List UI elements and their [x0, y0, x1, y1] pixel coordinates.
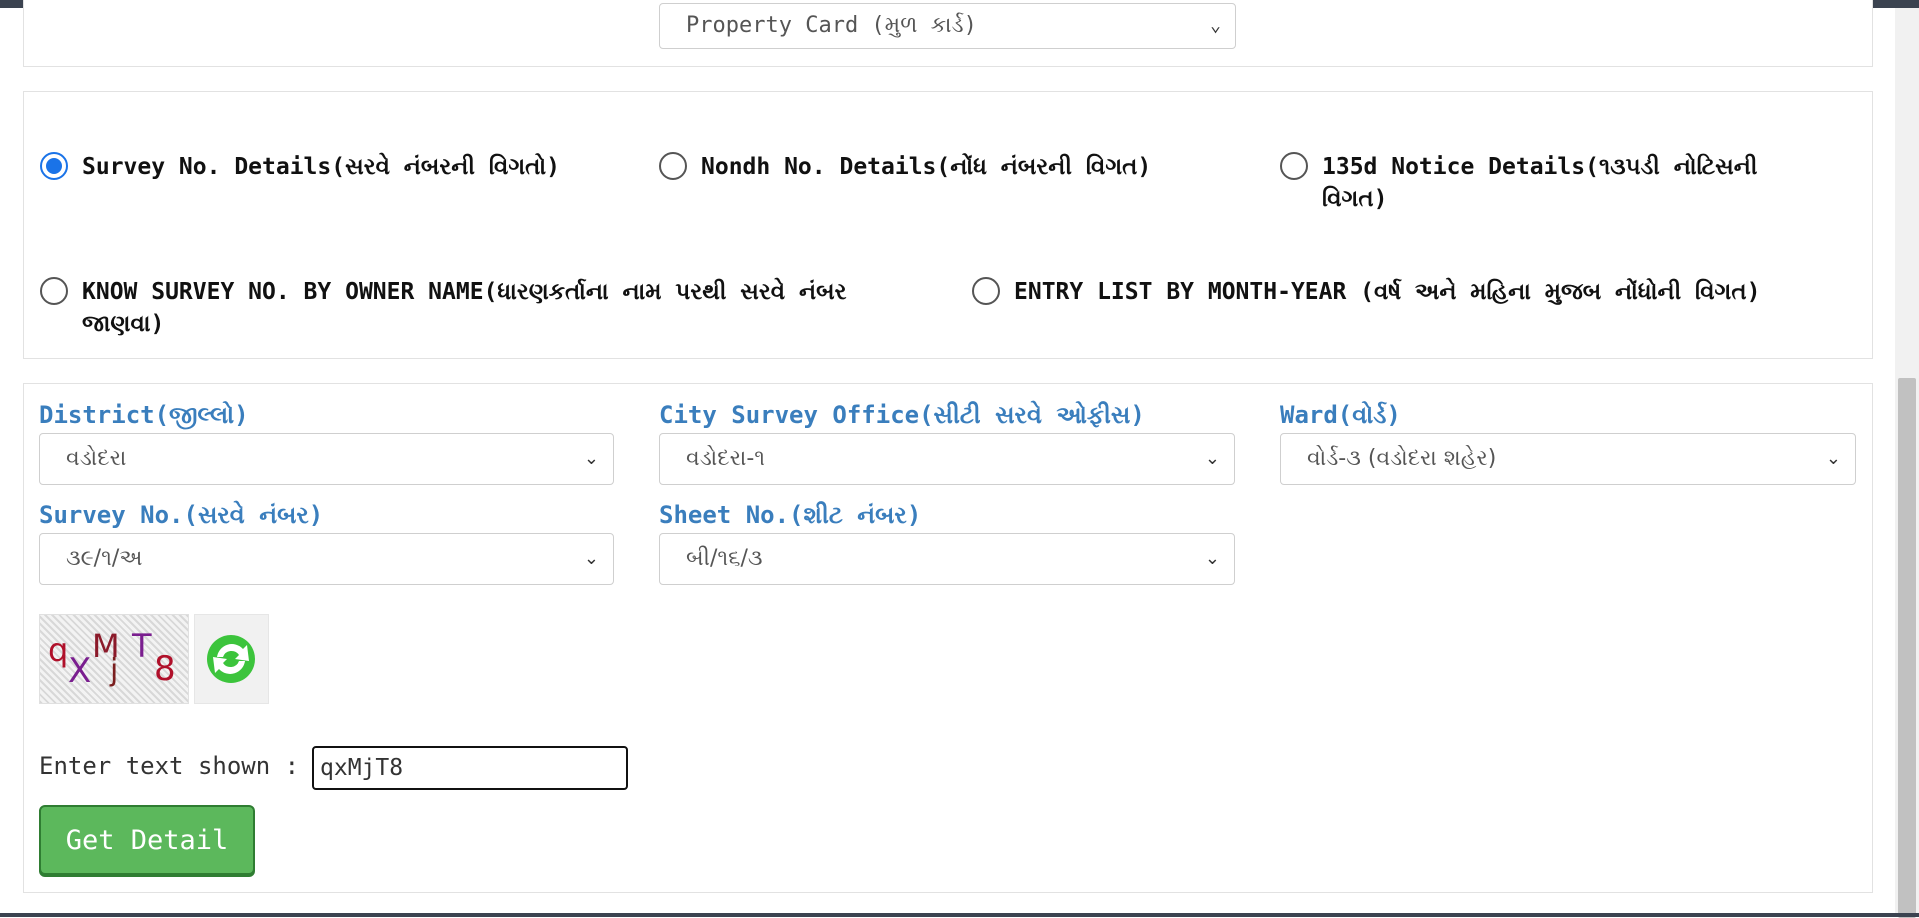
ward-value: વોર્ડ-૩ (વડોદરા શહેર)	[1307, 446, 1497, 471]
report-type-panel: Property Card (મુળ કાર્ડ) ⌄	[23, 0, 1873, 67]
district-value: વડોદરા	[66, 446, 127, 471]
chevron-down-icon: ⌄	[1204, 548, 1220, 569]
captcha-char: j	[110, 653, 119, 688]
district-select[interactable]: વડોદરા ⌄	[39, 433, 614, 485]
city-survey-office-value: વડોદરા-૧	[686, 446, 766, 471]
refresh-icon	[207, 635, 255, 683]
city-survey-office-select[interactable]: વડોદરા-૧ ⌄	[659, 433, 1235, 485]
page-scrollbar[interactable]	[1895, 8, 1919, 918]
captcha-input[interactable]	[312, 746, 628, 790]
report-type-value: Property Card (મુળ કાર્ડ)	[686, 13, 977, 38]
sheet-no-select[interactable]: બી/૧૬/૩ ⌄	[659, 533, 1235, 585]
captcha-image: q X M j T 8	[39, 614, 189, 704]
radio-option-owner-name[interactable]: KNOW SURVEY NO. BY OWNER NAME(ધારણકર્તાન…	[40, 276, 900, 340]
captcha-char: 8	[154, 649, 176, 689]
radio-button[interactable]	[659, 152, 687, 180]
radio-option-135d-notice[interactable]: 135d Notice Details(૧૩૫ડી નોટિસની વિગત)	[1280, 151, 1760, 215]
report-type-select[interactable]: Property Card (મુળ કાર્ડ) ⌄	[659, 3, 1236, 49]
radio-option-survey-no[interactable]: Survey No. Details(સરવે નંબરની વિગતો)	[40, 151, 600, 183]
city-survey-office-label: City Survey Office(સીટી સરવે ઓફીસ)	[659, 401, 1145, 429]
radio-button[interactable]	[40, 152, 68, 180]
district-label: District(જીલ્લો)	[39, 401, 249, 429]
survey-no-select[interactable]: ૩૯/૧/અ ⌄	[39, 533, 614, 585]
sheet-no-value: બી/૧૬/૩	[686, 546, 763, 571]
captcha-enter-label: Enter text shown :	[39, 752, 300, 780]
radio-button[interactable]	[972, 277, 1000, 305]
survey-no-value: ૩૯/૧/અ	[66, 546, 143, 571]
search-type-panel: Survey No. Details(સરવે નંબરની વિગતો) No…	[23, 91, 1873, 359]
radio-label: 135d Notice Details(૧૩૫ડી નોટિસની વિગત)	[1322, 154, 1758, 212]
captcha-char: q	[48, 631, 69, 669]
radio-label: Nondh No. Details(નોંધ નંબરની વિગત)	[701, 154, 1152, 180]
survey-no-label: Survey No.(સરવે નંબર)	[39, 501, 324, 529]
get-detail-button[interactable]: Get Detail	[39, 805, 255, 875]
radio-label: Survey No. Details(સરવે નંબરની વિગતો)	[82, 154, 561, 180]
ward-select[interactable]: વોર્ડ-૩ (વડોદરા શહેર) ⌄	[1280, 433, 1856, 485]
browser-bottom-edge	[0, 913, 1919, 917]
captcha-char: T	[132, 627, 152, 665]
captcha-char: X	[68, 651, 92, 691]
scrollbar-thumb[interactable]	[1898, 378, 1916, 918]
chevron-down-icon: ⌄	[583, 448, 599, 469]
radio-label: KNOW SURVEY NO. BY OWNER NAME(ધારણકર્તાન…	[82, 279, 847, 337]
chevron-down-icon: ⌄	[1204, 448, 1220, 469]
ward-label: Ward(વોર્ડ)	[1280, 401, 1401, 429]
radio-label: ENTRY LIST BY MONTH-YEAR (વર્ષ અને મહિના…	[1014, 279, 1761, 305]
radio-button[interactable]	[1280, 152, 1308, 180]
chevron-down-icon: ⌄	[583, 548, 599, 569]
captcha-refresh-button[interactable]	[194, 614, 269, 704]
chevron-down-icon: ⌄	[1210, 15, 1221, 36]
radio-option-nondh-no[interactable]: Nondh No. Details(નોંધ નંબરની વિગત)	[659, 151, 1219, 183]
chevron-down-icon: ⌄	[1825, 448, 1841, 469]
radio-button[interactable]	[40, 277, 68, 305]
sheet-no-label: Sheet No.(શીટ નંબર)	[659, 501, 922, 529]
radio-option-month-year[interactable]: ENTRY LIST BY MONTH-YEAR (વર્ષ અને મહિના…	[972, 276, 1852, 308]
